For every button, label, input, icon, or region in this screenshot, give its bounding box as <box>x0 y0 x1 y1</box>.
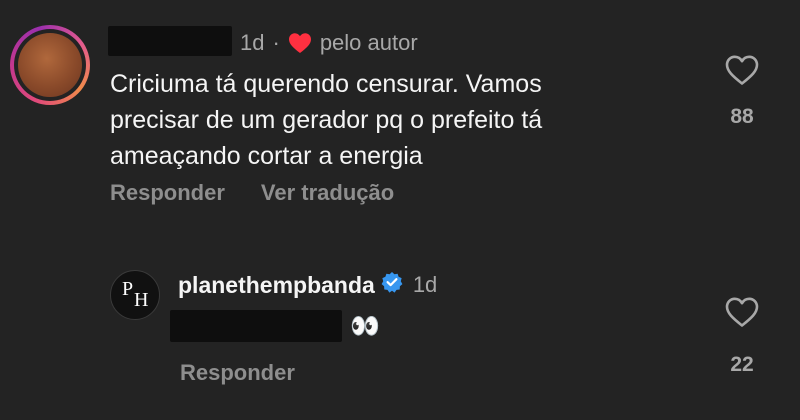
meta-separator: · <box>272 30 280 55</box>
comment-text: Criciuma tá querendo censurar. Vamos pre… <box>110 70 543 170</box>
commenter-avatar[interactable] <box>10 25 90 105</box>
comment-actions: Responder Ver tradução <box>110 180 394 206</box>
reply-like-heart-icon[interactable] <box>724 296 760 333</box>
like-heart-icon[interactable] <box>724 54 760 91</box>
translate-button[interactable]: Ver tradução <box>261 180 394 206</box>
author-heart-icon <box>288 32 312 54</box>
redacted-username <box>108 26 232 56</box>
reply-meta: planethempbanda 1d <box>178 270 437 300</box>
like-count: 88 <box>730 105 754 128</box>
comment-time: 1d <box>240 30 265 55</box>
reply-time: 1d <box>412 272 438 297</box>
reply-like-count: 22 <box>730 353 754 376</box>
comments-thread: 1d · pelo autor Criciuma tá querendo cen… <box>0 0 800 420</box>
liked-by-author-label: pelo autor <box>319 30 418 55</box>
reply-username[interactable]: planethempbanda <box>178 272 375 299</box>
redacted-mention <box>170 310 342 342</box>
verified-badge-icon <box>381 271 403 299</box>
comment-like-column: 88 <box>720 54 764 129</box>
avatar-initial-h: H <box>134 289 149 311</box>
reply-actions: Responder <box>180 360 295 386</box>
avatar-photo <box>18 33 82 97</box>
reply-reply-button[interactable]: Responder <box>180 360 295 385</box>
reply-button[interactable]: Responder <box>110 180 225 206</box>
comment-meta: 1d · pelo autor <box>240 28 418 58</box>
eyes-emoji: 👀 <box>350 312 380 340</box>
reply-avatar[interactable]: P H <box>110 270 160 320</box>
avatar-initial-p: P <box>122 278 134 300</box>
reply-like-column: 22 <box>720 296 764 377</box>
